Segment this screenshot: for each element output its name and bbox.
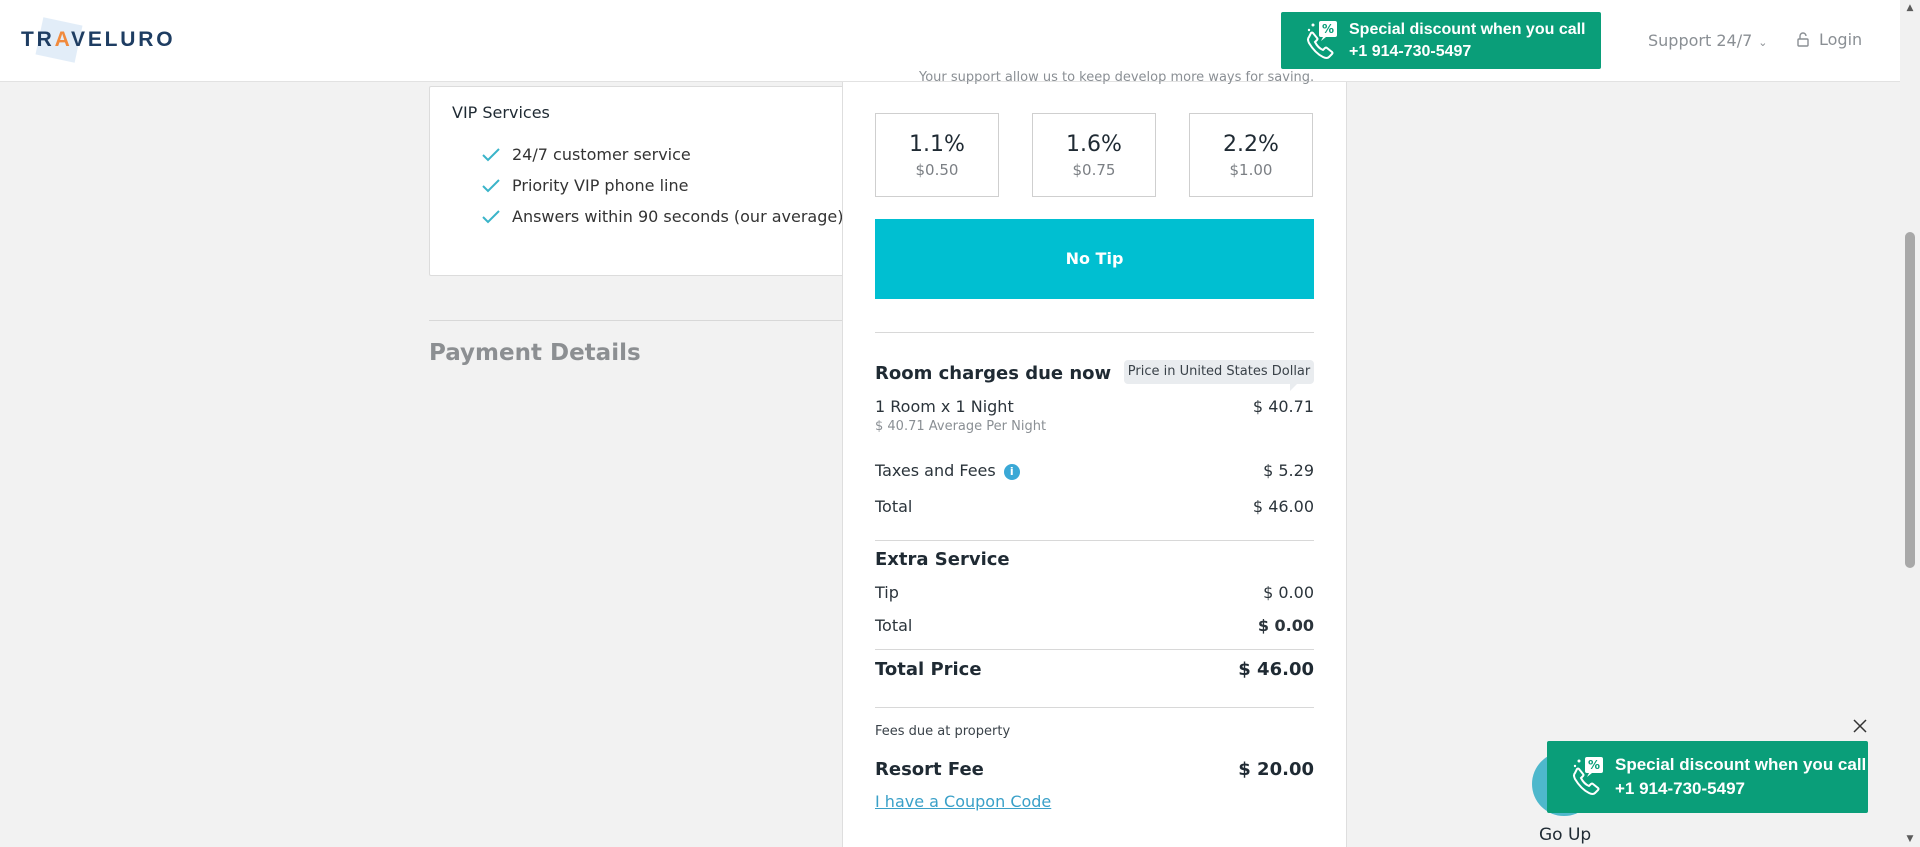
room-average: $ 40.71 Average Per Night bbox=[875, 419, 1047, 434]
divider bbox=[875, 540, 1314, 541]
scrollbar-thumb[interactable] bbox=[1905, 232, 1915, 568]
resort-fee-label: Resort Fee bbox=[875, 759, 984, 780]
tip-option-2[interactable]: 1.6% $0.75 bbox=[1032, 113, 1156, 197]
room-total-label: Total bbox=[875, 497, 913, 516]
room-line-value: $ 40.71 bbox=[1252, 397, 1314, 416]
divider bbox=[875, 707, 1314, 708]
total-price-label: Total Price bbox=[875, 659, 982, 680]
taxes-label: Taxes and Fees bbox=[875, 461, 996, 480]
room-average-row: $ 40.71 Average Per Night bbox=[875, 419, 1314, 434]
tip-percent: 1.1% bbox=[909, 132, 965, 157]
list-item: Answers within 90 seconds (our average) bbox=[482, 201, 843, 232]
payment-details-title: Payment Details bbox=[429, 340, 641, 366]
phone-discount-icon: % bbox=[1561, 753, 1609, 801]
room-line-row: 1 Room x 1 Night $ 40.71 bbox=[875, 397, 1314, 416]
promo-phone: +1 914-730-5497 bbox=[1615, 779, 1745, 798]
divider bbox=[429, 320, 844, 321]
vip-services-list: 24/7 customer service Priority VIP phone… bbox=[482, 139, 843, 232]
svg-text:%: % bbox=[1322, 22, 1334, 36]
room-total-row: Total $ 46.00 bbox=[875, 497, 1314, 516]
logo-text-1: TR bbox=[21, 28, 55, 51]
vip-item-label: Priority VIP phone line bbox=[512, 176, 689, 195]
logo-text-2: VELURO bbox=[71, 28, 176, 51]
login-link[interactable]: Login bbox=[1797, 30, 1862, 49]
tip-row: Tip $ 0.00 bbox=[875, 583, 1314, 602]
resort-fee-row: Resort Fee $ 20.00 bbox=[875, 759, 1314, 780]
vip-services-title: VIP Services bbox=[452, 103, 550, 122]
support-dropdown[interactable]: Support 24/7 ⌄ bbox=[1648, 31, 1767, 50]
tip-amount: $0.50 bbox=[915, 161, 959, 179]
vip-item-label: 24/7 customer service bbox=[512, 145, 691, 164]
chevron-down-icon: ⌄ bbox=[1758, 36, 1768, 49]
promo-line-1: Special discount when you call bbox=[1615, 755, 1867, 774]
go-up-label[interactable]: Go Up bbox=[1539, 825, 1591, 845]
call-discount-banner[interactable]: % Special discount when you call +1 914-… bbox=[1281, 12, 1601, 69]
list-item: Priority VIP phone line bbox=[482, 170, 843, 201]
tip-value: $ 0.00 bbox=[1263, 583, 1314, 602]
taxes-row: Taxes and Fees i $ 5.29 bbox=[875, 461, 1314, 480]
phone-discount-icon: % bbox=[1295, 17, 1343, 65]
coupon-code-link[interactable]: I have a Coupon Code bbox=[875, 792, 1051, 811]
support-label: Support 24/7 bbox=[1648, 31, 1753, 50]
svg-text:%: % bbox=[1588, 758, 1600, 772]
price-summary-panel: Your support allow us to keep develop mo… bbox=[842, 70, 1347, 847]
promo-line-1: Special discount when you call bbox=[1349, 20, 1586, 38]
extra-total-label: Total bbox=[875, 616, 913, 635]
extra-service-title: Extra Service bbox=[875, 549, 1010, 570]
divider bbox=[875, 649, 1314, 650]
total-price-row: Total Price $ 46.00 bbox=[875, 659, 1314, 680]
scroll-down-arrow-icon[interactable]: ▼ bbox=[1904, 834, 1916, 844]
no-tip-button[interactable]: No Tip bbox=[875, 219, 1314, 299]
scroll-up-arrow-icon[interactable]: ▲ bbox=[1904, 3, 1916, 13]
extra-total-row: Total $ 0.00 bbox=[875, 616, 1314, 635]
currency-badge: Price in United States Dollar bbox=[1124, 360, 1314, 391]
info-icon[interactable]: i bbox=[1003, 464, 1020, 480]
taxes-value: $ 5.29 bbox=[1263, 461, 1314, 480]
tip-option-1[interactable]: 1.1% $0.50 bbox=[875, 113, 999, 197]
tip-label: Tip bbox=[875, 583, 899, 602]
tip-option-3[interactable]: 2.2% $1.00 bbox=[1189, 113, 1313, 197]
fees-property-label: Fees due at property bbox=[875, 724, 1011, 739]
room-line-label: 1 Room x 1 Night bbox=[875, 397, 1014, 416]
call-discount-popup[interactable]: % Special discount when you call +1 914-… bbox=[1547, 741, 1868, 813]
traveluro-logo[interactable]: TRAVELURO bbox=[21, 17, 176, 63]
tip-amount: $0.75 bbox=[1072, 161, 1116, 179]
lock-icon bbox=[1797, 32, 1809, 47]
tip-support-note: Your support allow us to keep develop mo… bbox=[919, 70, 1315, 85]
list-item: 24/7 customer service bbox=[482, 139, 843, 170]
tip-percent: 2.2% bbox=[1223, 132, 1279, 157]
vip-item-label: Answers within 90 seconds (our average) bbox=[512, 207, 844, 226]
fees-property-row: Fees due at property bbox=[875, 724, 1314, 739]
promo-phone: +1 914-730-5497 bbox=[1349, 42, 1472, 60]
tip-amount: $1.00 bbox=[1229, 161, 1273, 179]
resort-fee-value: $ 20.00 bbox=[1238, 759, 1314, 780]
login-label: Login bbox=[1819, 30, 1863, 49]
extra-service-header: Extra Service bbox=[875, 549, 1314, 570]
total-price-value: $ 46.00 bbox=[1238, 659, 1314, 680]
check-icon bbox=[482, 147, 500, 161]
vip-services-card: VIP Services 24/7 customer service Prior… bbox=[429, 86, 846, 276]
tip-percent: 1.6% bbox=[1066, 132, 1122, 157]
logo-text-accent: A bbox=[54, 28, 72, 51]
check-icon bbox=[482, 209, 500, 223]
close-icon[interactable] bbox=[1852, 718, 1868, 734]
divider bbox=[875, 332, 1314, 333]
room-charges-title: Room charges due now bbox=[875, 363, 1112, 384]
extra-total-value: $ 0.00 bbox=[1257, 616, 1314, 635]
room-total-value: $ 46.00 bbox=[1252, 497, 1314, 516]
check-icon bbox=[482, 178, 500, 192]
